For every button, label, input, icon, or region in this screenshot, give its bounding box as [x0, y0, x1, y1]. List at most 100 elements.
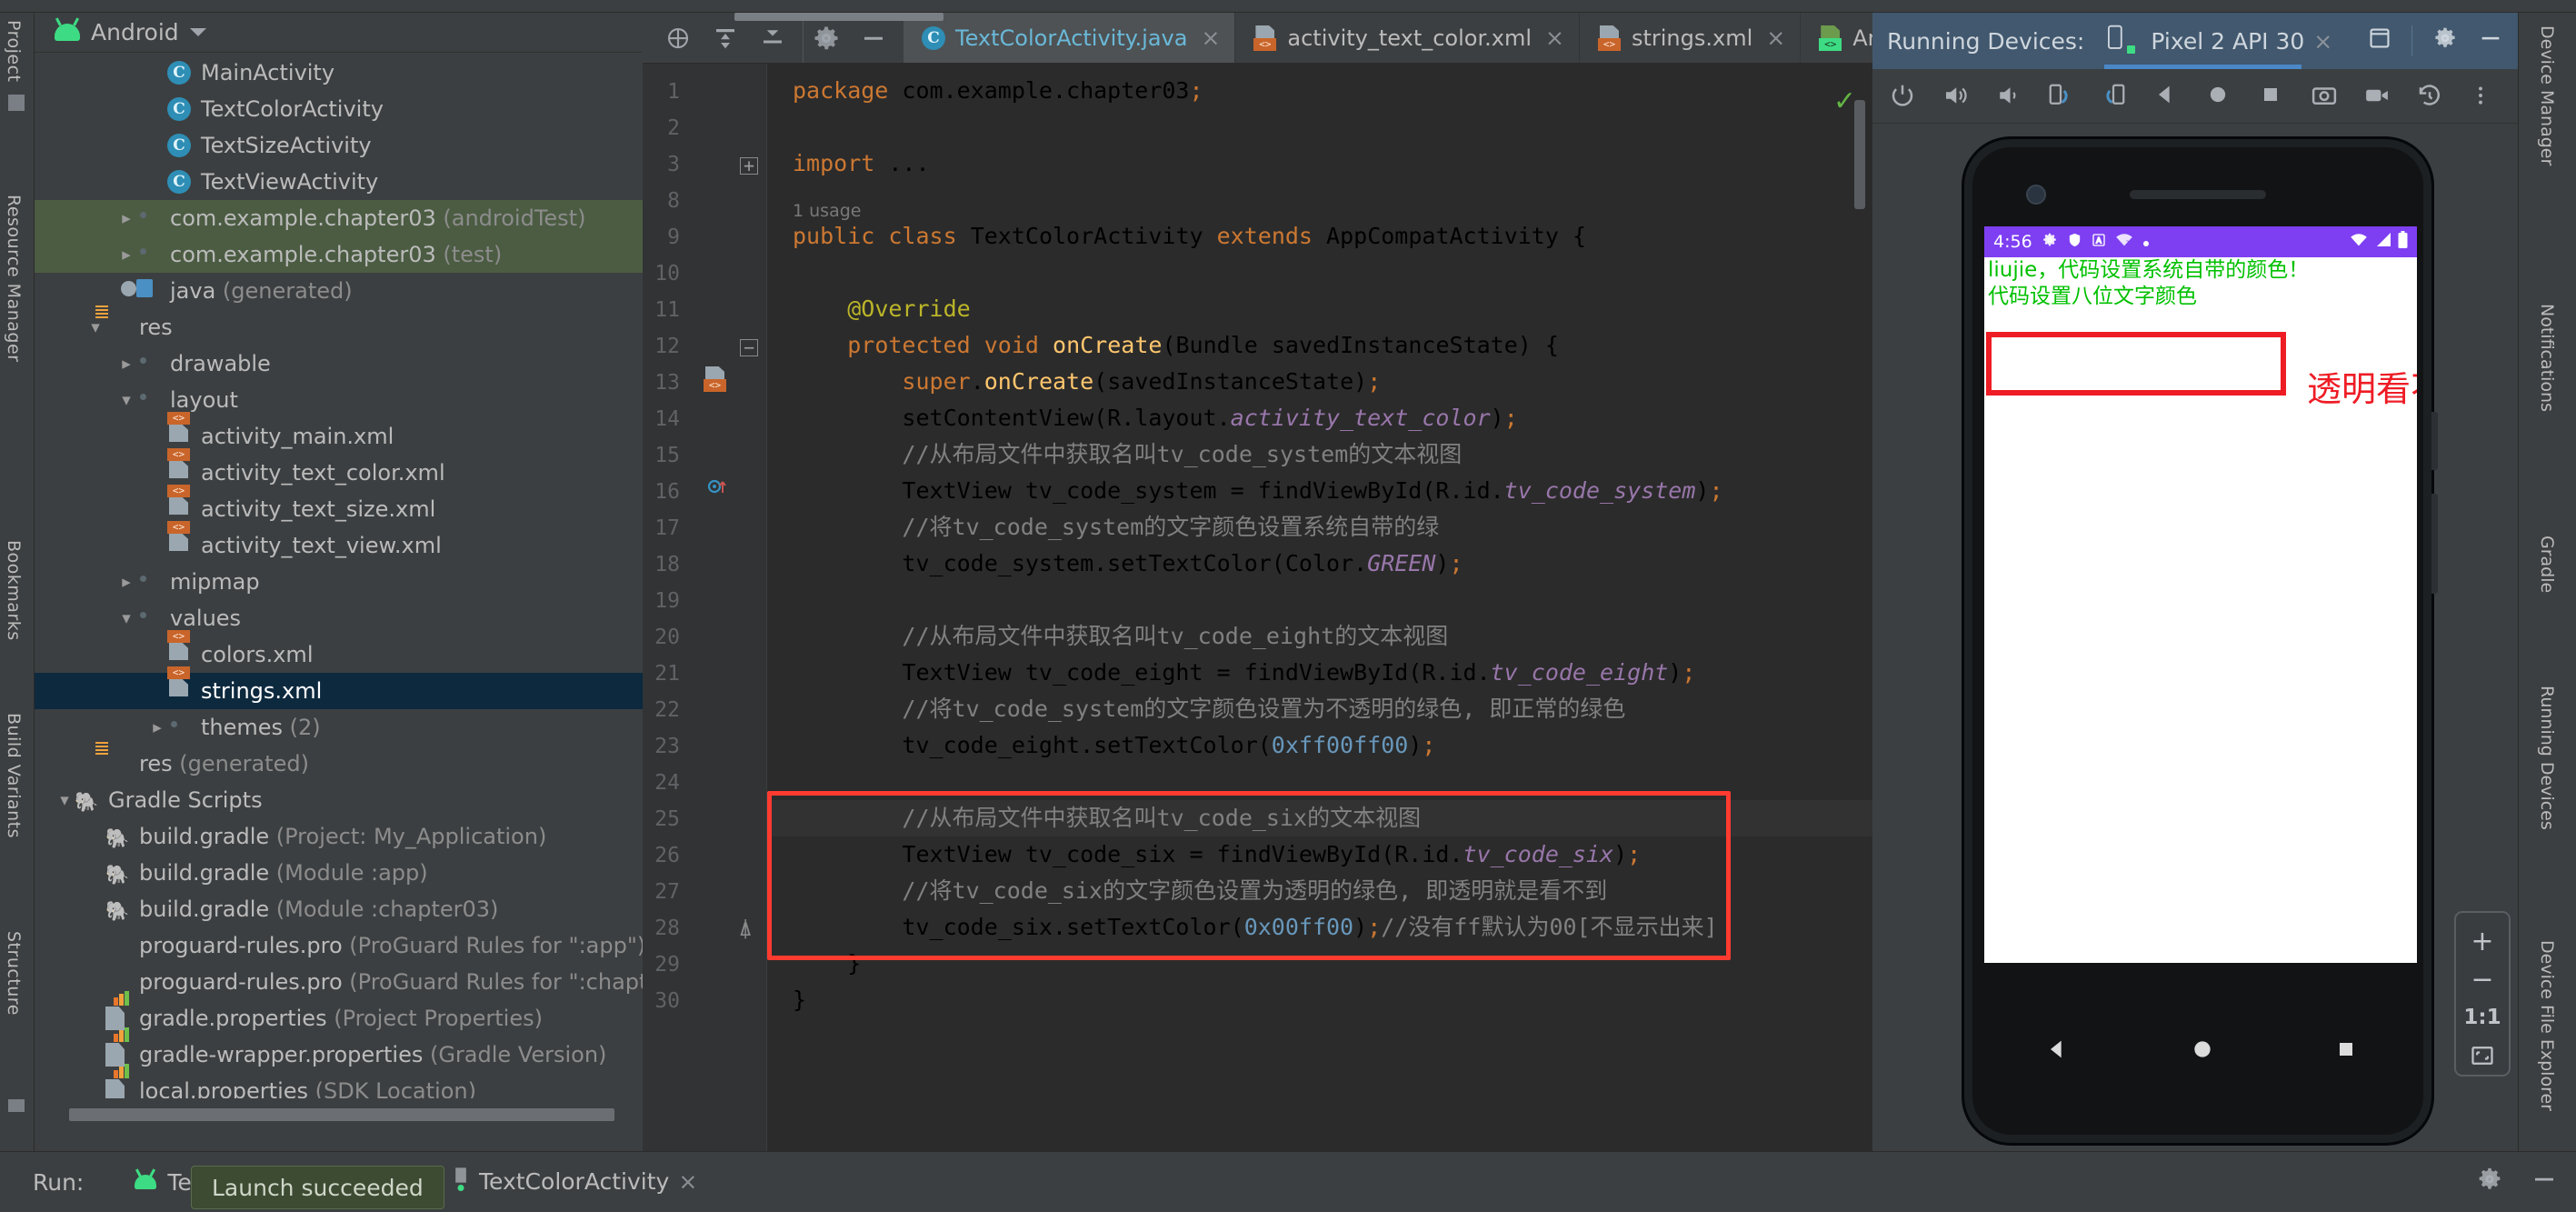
- chevron-down-icon[interactable]: ▾: [55, 790, 75, 810]
- chevron-right-icon[interactable]: ▸: [116, 208, 136, 228]
- right-tool-rail[interactable]: Device Manager Notifications Gradle Runn…: [2518, 13, 2576, 1151]
- inspection-status-icon[interactable]: ✓: [1833, 85, 1856, 117]
- gear-icon[interactable]: [813, 25, 840, 52]
- close-icon[interactable]: ×: [1545, 25, 1564, 51]
- run-tab-textcoloractivity[interactable]: TextColorActivity ×: [452, 1166, 697, 1197]
- code-line[interactable]: public class TextColorActivity extends A…: [793, 218, 1586, 255]
- volume-button[interactable]: [2431, 494, 2438, 594]
- emulator-screen[interactable]: 4:56 A ? x liujie，代码设置系统自带的颜色！ 代码设置八位文字颜…: [1984, 226, 2417, 963]
- hide-panel-icon[interactable]: [860, 25, 887, 52]
- back-triangle-icon[interactable]: [2044, 1037, 2070, 1066]
- code-line[interactable]: import ...: [793, 145, 930, 182]
- back-icon[interactable]: [2152, 82, 2182, 111]
- tree-node-res[interactable]: res (generated): [35, 746, 643, 782]
- tree-node-drawable[interactable]: ▸ drawable: [35, 346, 643, 382]
- code-line[interactable]: protected void onCreate(Bundle savedInst…: [793, 327, 1559, 364]
- line-number[interactable]: 20: [638, 626, 680, 649]
- line-number-gutter[interactable]: 1 2 3 8 9 10 11 12 13 14 15 16 17 18 19 20 21 22 23 24 25 26 2…: [643, 64, 734, 1151]
- chevron-down-icon[interactable]: ▾: [116, 608, 136, 628]
- code-editor[interactable]: 1 2 3 8 9 10 11 12 13 14 15 16 17 18 19 20 21 22 23 24 25 26 2…: [643, 64, 1872, 1151]
- line-number[interactable]: 1: [638, 80, 680, 104]
- overview-icon[interactable]: [2258, 82, 2287, 111]
- rail-item-gradle[interactable]: Gradle: [2537, 536, 2557, 593]
- history-icon[interactable]: [2416, 82, 2445, 111]
- line-number[interactable]: 15: [638, 444, 680, 467]
- record-icon[interactable]: [2363, 82, 2392, 111]
- more-icon[interactable]: [2469, 82, 2498, 111]
- line-number[interactable]: 27: [638, 880, 680, 904]
- run-tab-partial[interactable]: Tex: [84, 1169, 205, 1196]
- editor-top-scroll-indicator[interactable]: [734, 13, 944, 21]
- code-line[interactable]: [793, 582, 806, 618]
- screenshot-icon[interactable]: [2311, 82, 2340, 111]
- emulator-device-frame[interactable]: 4:56 A ? x liujie，代码设置系统自带的颜色！ 代码设置八位文字颜…: [1962, 136, 2438, 1146]
- zoom-in-button[interactable]: +: [2456, 922, 2509, 960]
- line-number[interactable]: 21: [638, 662, 680, 686]
- line-number[interactable]: 28: [638, 917, 680, 940]
- close-icon[interactable]: ×: [2313, 28, 2332, 55]
- line-number[interactable]: 22: [638, 698, 680, 722]
- tree-node-build-gradle[interactable]: 🐘 build.gradle (Project: My_Application): [35, 818, 643, 855]
- code-line[interactable]: [793, 109, 806, 145]
- code-line[interactable]: [793, 764, 806, 800]
- tree-node-layout[interactable]: ▾ layout: [35, 382, 643, 418]
- tree-node-mainactivity[interactable]: C MainActivity: [35, 55, 643, 91]
- tree-node-themes[interactable]: ▸ themes (2): [35, 709, 643, 746]
- gear-icon[interactable]: [2476, 1166, 2503, 1197]
- split-window-icon[interactable]: [2368, 26, 2391, 55]
- rail-item-project[interactable]: Project: [4, 20, 24, 83]
- fold-collapse-oncreate[interactable]: −: [740, 336, 759, 358]
- tree-node-gradle-scripts[interactable]: ▾ 🐘 Gradle Scripts: [35, 782, 643, 818]
- line-number[interactable]: 8: [638, 189, 680, 213]
- line-number[interactable]: 11: [638, 298, 680, 322]
- code-line[interactable]: //从布局文件中获取名叫tv_code_eight的文本视图: [793, 618, 1448, 655]
- expand-all-icon[interactable]: [712, 25, 739, 52]
- scrollbar-thumb[interactable]: [69, 1108, 614, 1121]
- line-number[interactable]: 9: [638, 225, 680, 249]
- rail-item-notifications[interactable]: Notifications: [2537, 304, 2557, 412]
- rail-item-resource-manager[interactable]: Resource Manager: [4, 195, 24, 362]
- emulator-zoom-controls[interactable]: + − 1:1: [2454, 911, 2511, 1077]
- tree-node-textviewactivity[interactable]: C TextViewActivity: [35, 164, 643, 200]
- tree-node-build-gradle[interactable]: 🐘 build.gradle (Module :chapter03): [35, 891, 643, 927]
- fold-expand-imports[interactable]: +: [740, 155, 759, 176]
- line-number[interactable]: 19: [638, 589, 680, 613]
- line-number[interactable]: 10: [638, 262, 680, 285]
- locate-icon[interactable]: [664, 25, 692, 52]
- device-tab-pixel2[interactable]: Pixel 2 API 30 ×: [2101, 13, 2338, 69]
- tree-node-textsizeactivity[interactable]: C TextSizeActivity: [35, 127, 643, 164]
- tree-node-textcoloractivity[interactable]: C TextColorActivity: [35, 91, 643, 127]
- chevron-down-icon[interactable]: ▾: [116, 390, 136, 410]
- volume-up-icon[interactable]: [1942, 82, 1971, 111]
- close-icon[interactable]: ×: [678, 1168, 697, 1195]
- close-icon[interactable]: ×: [1201, 25, 1220, 51]
- tree-node-com-example-chapter03[interactable]: ▸ com.example.chapter03 (test): [35, 236, 643, 273]
- chevron-right-icon[interactable]: ▸: [116, 245, 136, 265]
- chevron-right-icon[interactable]: ▸: [116, 354, 136, 374]
- tree-node-activity-text-view-xml[interactable]: <> activity_text_view.xml: [35, 521, 643, 564]
- line-number[interactable]: 2: [638, 116, 680, 140]
- project-tree[interactable]: C MainActivity C TextColorActivity C TextSize…: [35, 53, 643, 1098]
- tab-strings-xml[interactable]: <> strings.xml ×: [1580, 13, 1802, 63]
- code-fold-column[interactable]: + − ⍋: [734, 64, 767, 1151]
- code-line[interactable]: //从布局文件中获取名叫tv_code_six的文本视图: [767, 800, 1872, 836]
- tree-node-activity-text-size-xml[interactable]: <> activity_text_size.xml: [35, 485, 643, 527]
- code-line[interactable]: tv_code_eight.setTextColor(0xff00ff00);: [793, 727, 1435, 764]
- code-line[interactable]: tv_code_system.setTextColor(Color.GREEN)…: [793, 546, 1463, 582]
- bottom-bar-right-tools[interactable]: [2476, 1166, 2558, 1197]
- line-number[interactable]: 16: [638, 480, 680, 504]
- tree-node-colors-xml[interactable]: <> colors.xml: [35, 630, 643, 673]
- tree-node-java[interactable]: java (generated): [35, 273, 643, 309]
- gear-icon[interactable]: [2432, 25, 2458, 56]
- rail-item-running-devices[interactable]: Running Devices: [2537, 686, 2557, 830]
- rail-item-bookmarks[interactable]: Bookmarks: [4, 540, 24, 641]
- code-line[interactable]: //将tv_code_system的文字颜色设置为不透明的绿色, 即正常的绿色: [793, 691, 1625, 727]
- rotate-left-icon[interactable]: [2047, 82, 2076, 111]
- zoom-fit-button[interactable]: [2456, 1037, 2509, 1075]
- android-nav-bar[interactable]: [1984, 1025, 2417, 1077]
- tree-node-activity-main-xml[interactable]: <> activity_main.xml: [35, 412, 643, 455]
- line-number[interactable]: 14: [638, 407, 680, 431]
- home-circle-icon[interactable]: [2191, 1037, 2214, 1065]
- home-icon[interactable]: [2205, 82, 2234, 111]
- code-line[interactable]: }: [793, 982, 806, 1018]
